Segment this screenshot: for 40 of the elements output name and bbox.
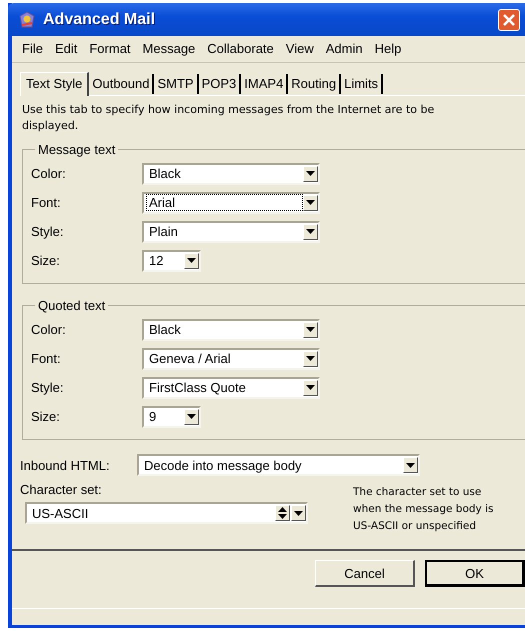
- field-label: Size:: [31, 409, 61, 424]
- menu-item[interactable]: View: [280, 39, 320, 58]
- tab[interactable]: Text Style: [20, 72, 90, 96]
- menu-item[interactable]: File: [16, 39, 49, 58]
- dropdown[interactable]: 12: [142, 250, 201, 272]
- group-title: Message text: [37, 142, 116, 157]
- description-text: Use this tab to specify how incoming messages from the Internet are to be displayed.: [21, 102, 436, 134]
- app-icon: [18, 10, 36, 28]
- menu-item[interactable]: Collaborate: [201, 39, 280, 58]
- field-label: Color:: [31, 322, 67, 337]
- spinner-icon[interactable]: [275, 505, 290, 521]
- field-label: Size:: [31, 253, 61, 268]
- dropdown[interactable]: Geneva / Arial: [142, 348, 320, 370]
- close-icon[interactable]: [502, 12, 516, 26]
- dialog-button[interactable]: OK: [425, 560, 525, 587]
- close-button[interactable]: [498, 8, 520, 30]
- group-title: Quoted text: [37, 298, 106, 313]
- dropdown[interactable]: 9: [142, 406, 201, 428]
- dropdown[interactable]: US-ASCII: [25, 502, 308, 524]
- field-label: Color:: [31, 166, 67, 181]
- menu-item[interactable]: Help: [368, 39, 408, 58]
- field-label: Font:: [31, 195, 62, 210]
- field-label: Style:: [31, 224, 65, 239]
- field-label: Style:: [31, 380, 65, 395]
- field-label: Character set:: [20, 482, 103, 497]
- dropdown[interactable]: Plain: [142, 220, 320, 242]
- dropdown[interactable]: FirstClass Quote: [142, 376, 320, 398]
- field-label: Inbound HTML:: [20, 458, 111, 472]
- menu-item[interactable]: Format: [83, 39, 137, 58]
- menu-item[interactable]: Admin: [320, 39, 369, 58]
- menu-item[interactable]: Edit: [48, 39, 84, 58]
- field-label: Font:: [31, 351, 62, 366]
- dropdown[interactable]: Arial: [142, 192, 320, 214]
- dropdown[interactable]: Decode into message body: [137, 454, 420, 476]
- help-text: The character set to use when the message body is US-ASCII or unspecified: [353, 485, 494, 534]
- dropdown[interactable]: Black: [142, 162, 320, 184]
- window-title: Advanced Mail: [43, 10, 156, 28]
- dialog-button[interactable]: Cancel: [315, 560, 415, 587]
- menu-item[interactable]: Message: [136, 39, 202, 58]
- dropdown[interactable]: Black: [142, 318, 320, 340]
